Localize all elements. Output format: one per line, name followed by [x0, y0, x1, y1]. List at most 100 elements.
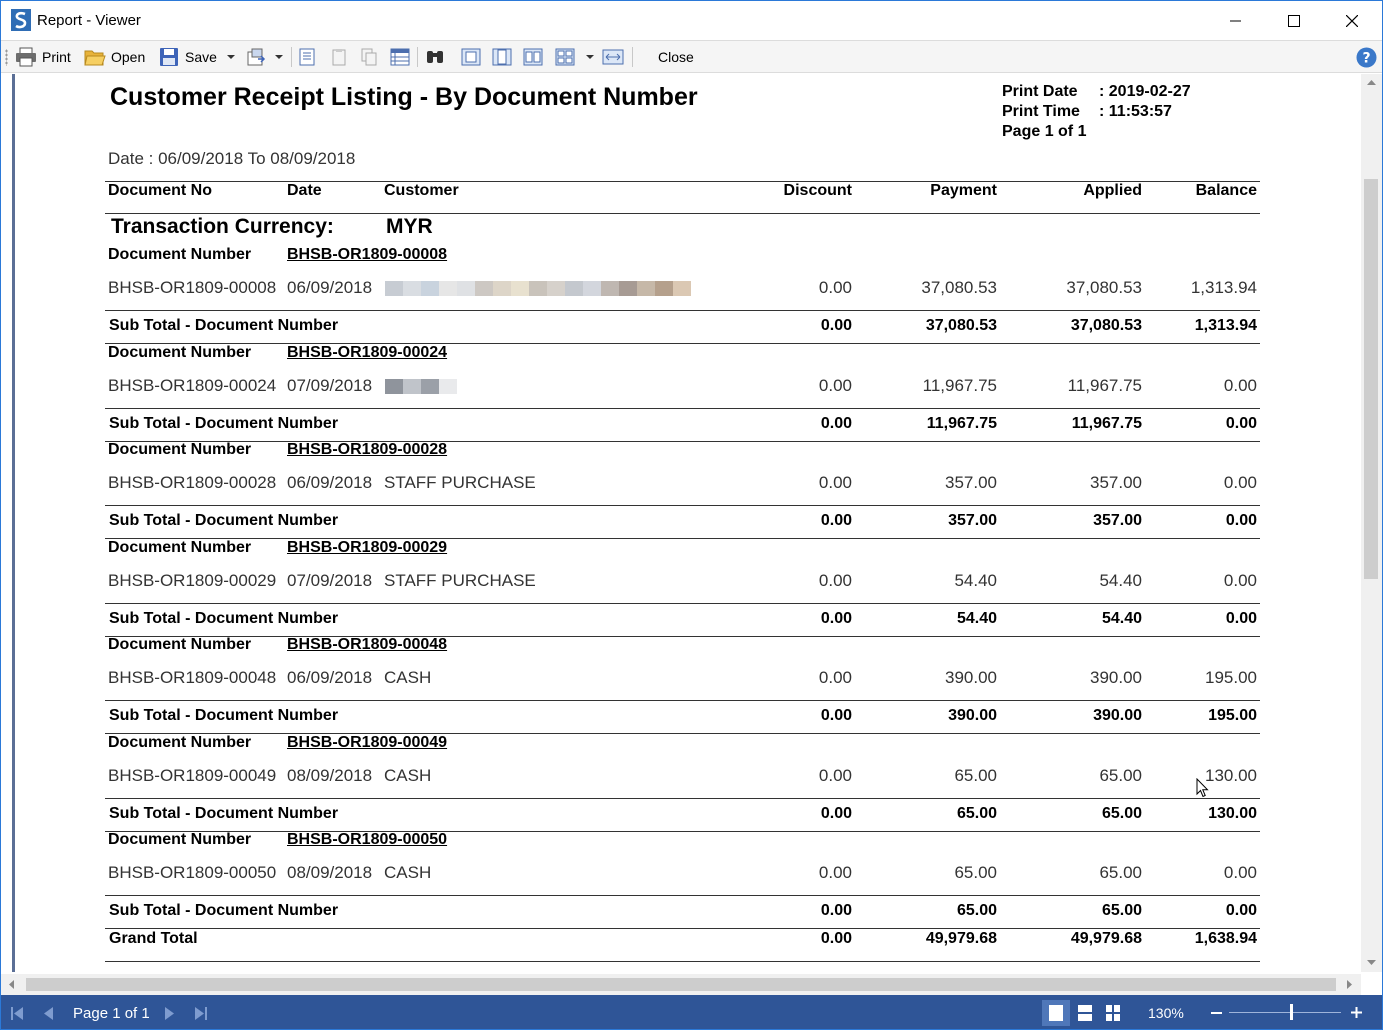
row-customer: STAFF PURCHASE — [384, 571, 536, 590]
group-document-link[interactable]: BHSB-OR1809-00008 — [287, 246, 447, 264]
scroll-up-icon[interactable] — [1367, 80, 1376, 86]
single-page-mode-button[interactable] — [1042, 1000, 1070, 1026]
row-date: 06/09/2018 — [287, 668, 373, 687]
view-mode-dropdown-button[interactable] — [586, 46, 594, 68]
close-button[interactable]: Close — [658, 46, 694, 68]
close-window-button[interactable] — [1323, 1, 1381, 40]
editor-button[interactable] — [390, 46, 410, 68]
toolbar: Print Open Save Close ? — [1, 40, 1382, 73]
col-customer: Customer — [384, 182, 459, 199]
print-label: Print — [42, 49, 71, 65]
previous-page-icon[interactable] — [44, 1007, 53, 1020]
subtotal-balance: 0.00 — [1225, 512, 1257, 529]
group-document-link[interactable]: BHSB-OR1809-00050 — [287, 831, 447, 849]
subtotal-label: Sub Total - Document Number — [109, 805, 339, 822]
zoom-slider[interactable] — [1229, 1012, 1341, 1013]
print-date-label: Print Date — [1002, 83, 1078, 100]
row-payment: 65.00 — [954, 766, 997, 785]
subtotal-payment: 11,967.75 — [926, 415, 997, 432]
table-layout-icon — [390, 48, 410, 66]
minimize-icon — [1230, 20, 1241, 21]
subtotal-bottom-rule — [105, 441, 1260, 442]
row-balance: 0.00 — [1223, 863, 1257, 882]
help-button[interactable]: ? — [1356, 46, 1377, 68]
page-width-button[interactable] — [602, 46, 624, 68]
export-button[interactable] — [246, 46, 268, 68]
subtotal-top-rule — [105, 408, 1260, 409]
minimize-button[interactable] — [1207, 1, 1265, 40]
row-date: 07/09/2018 — [287, 571, 373, 590]
scroll-left-icon[interactable] — [9, 980, 15, 989]
continuous-mode-icon[interactable] — [1078, 1005, 1092, 1021]
row-applied: 11,967.75 — [1067, 376, 1142, 395]
last-page-icon[interactable] — [195, 1007, 207, 1020]
group-document-link[interactable]: BHSB-OR1809-00024 — [287, 344, 447, 362]
two-page-view-button[interactable] — [523, 46, 543, 68]
group-document-link[interactable]: BHSB-OR1809-00048 — [287, 636, 447, 654]
clipboard-button[interactable] — [330, 46, 348, 68]
col-applied: Applied — [1083, 182, 1142, 199]
save-button[interactable]: Save — [159, 46, 217, 68]
copy-button[interactable] — [360, 46, 378, 68]
subtotal-label: Sub Total - Document Number — [109, 415, 339, 432]
vertical-scrollbar[interactable] — [1361, 74, 1382, 972]
row-date: 08/09/2018 — [287, 766, 373, 785]
row-discount: 0.00 — [818, 473, 852, 492]
find-button[interactable] — [425, 46, 445, 68]
subtotal-discount: 0.00 — [820, 805, 852, 822]
row-payment: 54.40 — [954, 571, 997, 590]
row-document-no: BHSB-OR1809-00050 — [108, 863, 277, 882]
document-icon — [299, 48, 315, 66]
page-setup-button[interactable] — [298, 46, 316, 68]
maximize-button[interactable] — [1265, 1, 1323, 40]
print-button[interactable]: Print — [15, 46, 71, 68]
zoom-out-icon[interactable] — [1211, 1012, 1222, 1014]
horizontal-scrollbar[interactable] — [1, 974, 1361, 995]
report-title: Customer Receipt Listing - By Document N… — [110, 83, 698, 111]
maximize-icon — [1288, 14, 1300, 27]
export-dropdown-button[interactable] — [275, 46, 283, 68]
fit-width-icon — [602, 49, 624, 65]
subtotal-label: Sub Total - Document Number — [109, 512, 339, 529]
zoom-slider-handle[interactable] — [1290, 1004, 1293, 1020]
row-customer: CASH — [384, 766, 432, 785]
scroll-right-icon[interactable] — [1347, 980, 1353, 989]
open-button[interactable]: Open — [84, 46, 145, 68]
print-date: : 2019-02-27 — [1099, 83, 1191, 100]
row-applied: 54.40 — [1099, 571, 1142, 590]
group-label: Document Number — [108, 831, 252, 848]
row-payment: 11,967.75 — [922, 376, 997, 395]
multi-page-mode-icon[interactable] — [1106, 1005, 1120, 1021]
row-payment: 37,080.53 — [921, 278, 997, 297]
row-document-no: BHSB-OR1809-00028 — [108, 473, 277, 492]
subtotal-balance: 1,313.94 — [1194, 317, 1257, 334]
subtotal-top-rule — [105, 700, 1260, 701]
group-label: Document Number — [108, 344, 252, 361]
toolbar-grip[interactable] — [5, 49, 8, 66]
vertical-scroll-thumb[interactable] — [1364, 179, 1378, 579]
subtotal-top-rule — [105, 895, 1260, 896]
save-dropdown-button[interactable] — [227, 46, 235, 68]
continuous-view-button[interactable] — [492, 46, 512, 68]
scroll-down-icon[interactable] — [1367, 960, 1376, 966]
multi-page-view-button[interactable] — [555, 46, 575, 68]
zoom-in-icon[interactable] — [1351, 1007, 1362, 1018]
col-document-no: Document No — [108, 182, 212, 199]
grand-total-label: Grand Total — [109, 930, 198, 947]
subtotal-payment: 54.40 — [956, 610, 997, 627]
group-document-link[interactable]: BHSB-OR1809-00028 — [287, 441, 447, 459]
subtotal-discount: 0.00 — [820, 902, 852, 919]
clipboard-icon — [332, 49, 346, 66]
group-document-link[interactable]: BHSB-OR1809-00029 — [287, 539, 447, 557]
single-page-view-button[interactable] — [461, 46, 481, 68]
subtotal-label: Sub Total - Document Number — [109, 317, 339, 334]
group-document-link[interactable]: BHSB-OR1809-00049 — [287, 734, 447, 752]
next-page-icon[interactable] — [165, 1007, 174, 1020]
grand-total-balance: 1,638.94 — [1194, 930, 1257, 947]
group-label: Document Number — [108, 636, 252, 653]
subtotal-discount: 0.00 — [820, 610, 852, 627]
first-page-icon[interactable] — [11, 1007, 23, 1020]
subtotal-bottom-rule — [105, 928, 1260, 929]
horizontal-scroll-thumb[interactable] — [26, 978, 1336, 991]
subtotal-applied: 11,967.75 — [1071, 415, 1142, 432]
